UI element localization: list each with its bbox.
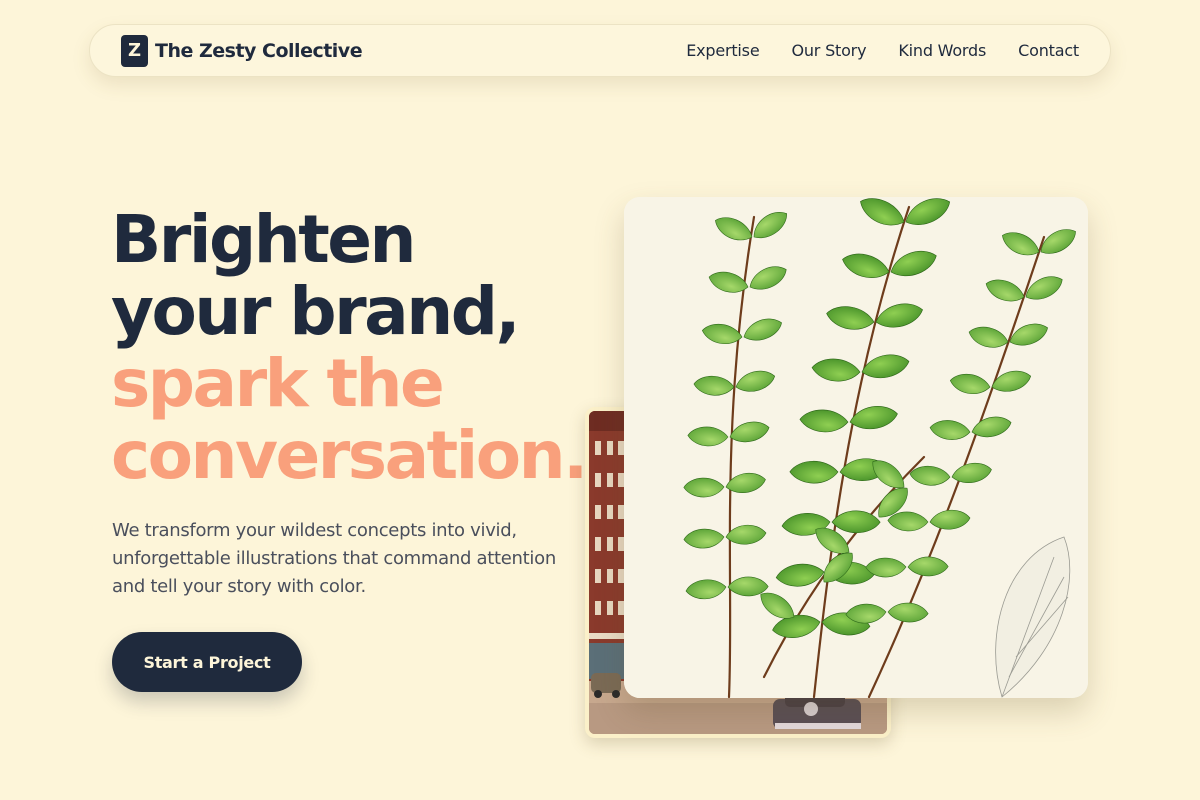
nav-link-kind-words[interactable]: Kind Words — [898, 41, 986, 60]
top-navbar: Z The Zesty Collective Expertise Our Sto… — [89, 24, 1111, 77]
headline-line-1: Brighten — [111, 201, 417, 278]
headline-line-3: spark the — [111, 345, 445, 422]
nav-links: Expertise Our Story Kind Words Contact — [686, 41, 1079, 60]
fern-botanical-image — [624, 197, 1088, 698]
nav-link-our-story[interactable]: Our Story — [791, 41, 866, 60]
brand-logo-link[interactable]: Z The Zesty Collective — [121, 34, 363, 67]
brand-name: The Zesty Collective — [155, 39, 363, 62]
headline-line-2: your brand, — [111, 273, 521, 350]
hero-subtext: We transform your wildest concepts into … — [112, 520, 556, 597]
headline-line-4: conversation. — [111, 417, 588, 494]
nav-link-contact[interactable]: Contact — [1018, 41, 1079, 60]
hero-headline: Brighten your brand, spark the conversat… — [111, 204, 631, 492]
start-project-button[interactable]: Start a Project — [112, 632, 302, 692]
logo-mark: Z — [121, 34, 148, 67]
nav-link-expertise[interactable]: Expertise — [686, 41, 759, 60]
